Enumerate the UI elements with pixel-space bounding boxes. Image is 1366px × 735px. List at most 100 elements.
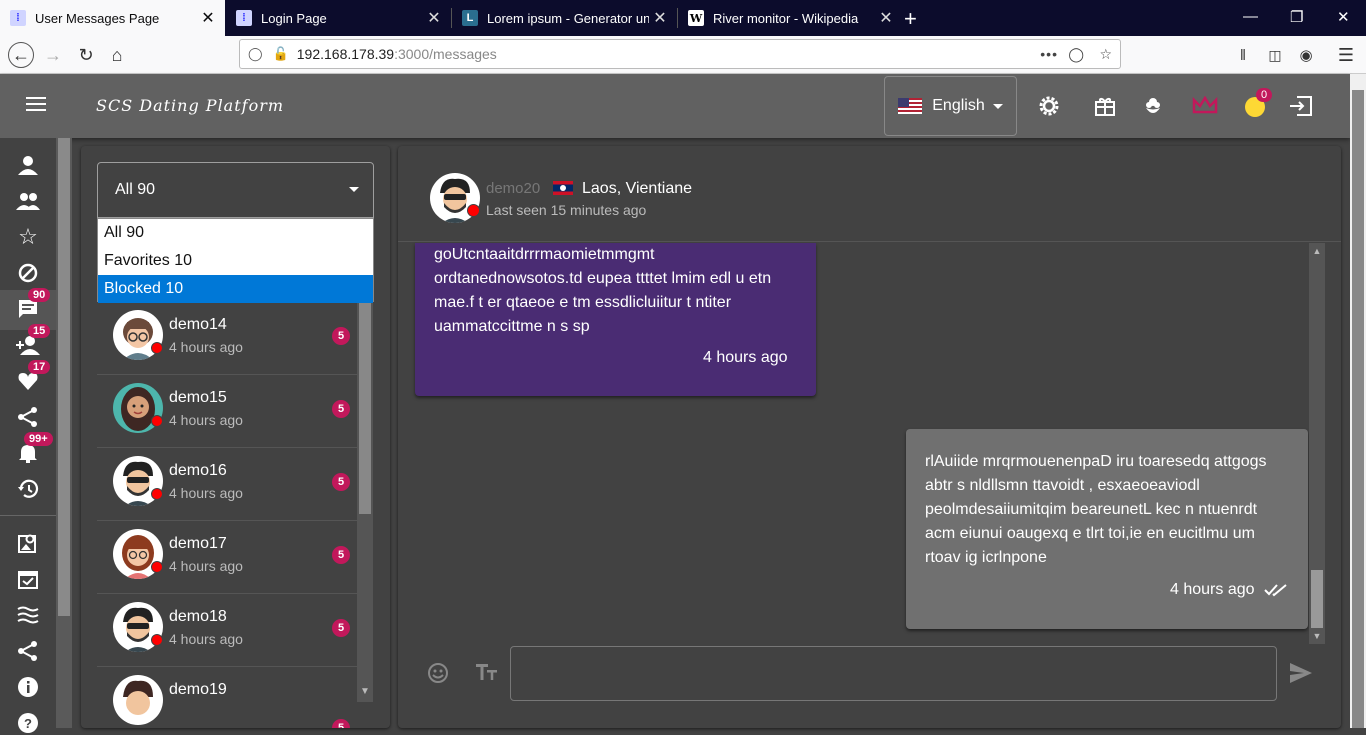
chat-last-seen: Last seen 15 minutes ago	[486, 202, 647, 218]
message-text: rlAuiide mrqrmouenenpaD iru toaresedq at…	[925, 453, 1267, 566]
menu-icon[interactable]: ☰	[1333, 42, 1359, 68]
us-flag-icon	[898, 98, 923, 114]
rail-scrollbar-thumb[interactable]	[58, 138, 70, 616]
reload-icon[interactable]: ↻	[73, 42, 99, 68]
url-host: 192.168.178.39	[296, 46, 395, 62]
conversation-list-scrollbar-thumb[interactable]	[359, 302, 371, 514]
filter-option-all[interactable]: All 90	[98, 219, 373, 247]
notifications-badge: 99+	[24, 432, 53, 446]
conversation-item[interactable]: demo16 4 hours ago 5	[97, 448, 357, 521]
star-outline-icon[interactable]: ☆	[16, 224, 40, 249]
home-icon[interactable]: ⌂	[104, 42, 130, 68]
account-icon[interactable]: ◉	[1293, 42, 1319, 68]
settings-gear-icon[interactable]	[1035, 92, 1063, 120]
tab-title: Login Page	[261, 10, 327, 26]
conversation-item[interactable]: demo14 4 hours ago 5	[97, 302, 357, 375]
conversation-time: 4 hours ago	[169, 485, 243, 501]
conversation-name: demo16	[169, 462, 227, 479]
flower-icon[interactable]	[1139, 92, 1167, 120]
language-label: English	[932, 97, 985, 114]
message-time: 4 hours ago	[1170, 581, 1255, 598]
calendar-check-icon[interactable]	[16, 567, 40, 591]
browser-tab-lorem[interactable]: L Lorem ipsum - Generator und I ✕	[452, 0, 677, 36]
send-icon[interactable]	[1289, 662, 1313, 689]
filter-option-blocked[interactable]: Blocked 10	[98, 275, 373, 303]
close-tab-icon[interactable]: ✕	[875, 8, 897, 28]
conversation-name: demo17	[169, 535, 227, 552]
browser-tab-login[interactable]: ⁞ Login Page ✕	[226, 0, 451, 36]
history-icon[interactable]	[16, 477, 40, 501]
filter-selected-value: All 90	[115, 181, 156, 198]
sidebar-icon[interactable]: ◫	[1262, 42, 1288, 68]
close-tab-icon[interactable]: ✕	[423, 8, 445, 28]
message-input[interactable]	[510, 646, 1277, 701]
logout-icon[interactable]	[1287, 92, 1315, 120]
conversation-name: demo15	[169, 389, 227, 406]
chat-partner-name[interactable]: demo20	[486, 180, 540, 197]
hamburger-menu-icon[interactable]	[26, 96, 46, 117]
pocket-icon[interactable]: ◯	[1068, 46, 1084, 63]
page-actions-icon[interactable]: •••	[1040, 46, 1058, 62]
unread-count-badge: 5	[332, 546, 350, 564]
messages-badge: 90	[28, 288, 51, 302]
info-icon[interactable]	[16, 675, 40, 699]
share-alt-icon[interactable]	[16, 639, 40, 663]
conversation-item[interactable]: demo15 4 hours ago 5	[97, 375, 357, 448]
close-tab-icon[interactable]: ✕	[197, 8, 219, 28]
forward-arrow-icon[interactable]: →	[40, 42, 66, 68]
chat-scrollbar-thumb[interactable]	[1311, 570, 1323, 628]
bookmark-star-icon[interactable]: ☆	[1099, 46, 1112, 63]
svg-text:?: ?	[24, 716, 32, 731]
offline-status-dot	[151, 488, 163, 500]
double-check-read-icon	[1264, 584, 1287, 597]
page-favicon-icon: ⁞	[10, 10, 26, 26]
library-icon[interactable]: ‖	[1230, 42, 1256, 68]
minimize-window-icon[interactable]: —	[1243, 8, 1258, 25]
url-path: :3000/messages	[394, 46, 497, 62]
laos-flag-icon	[553, 181, 573, 195]
unread-count-badge: 5	[332, 473, 350, 491]
crown-icon[interactable]	[1191, 92, 1219, 120]
text-format-icon[interactable]	[476, 662, 498, 687]
back-arrow-icon[interactable]: ←	[8, 42, 34, 68]
people-icon[interactable]	[16, 189, 40, 213]
conversation-time: 4 hours ago	[169, 558, 243, 574]
man-avatar	[113, 675, 163, 725]
scroll-down-arrow-icon[interactable]: ▼	[357, 684, 373, 700]
filter-option-favorites[interactable]: Favorites 10	[98, 247, 373, 275]
conversation-item[interactable]: demo19 5	[97, 667, 357, 728]
share-icon[interactable]	[16, 405, 40, 429]
close-tab-icon[interactable]: ✕	[649, 8, 671, 28]
language-selector[interactable]: English	[884, 76, 1017, 136]
lorem-favicon-icon: L	[462, 10, 478, 26]
app-header: SCS Dating Platform English 0	[0, 74, 1350, 138]
tab-title: River monitor - Wikipedia	[713, 10, 859, 26]
brand-logo[interactable]: SCS Dating Platform	[96, 96, 284, 115]
browser-tab-user-messages[interactable]: ⁞ User Messages Page ✕	[0, 0, 225, 36]
block-icon[interactable]	[16, 261, 40, 285]
profile-icon[interactable]	[16, 153, 40, 177]
scroll-down-arrow-icon[interactable]: ▼	[1309, 628, 1325, 644]
tab-title: Lorem ipsum - Generator und I	[487, 10, 649, 26]
image-search-icon[interactable]	[16, 531, 40, 555]
address-bar[interactable]: ◯ 🔓 192.168.178.39 :3000/messages ••• ◯ …	[239, 39, 1121, 69]
browser-tab-wikipedia[interactable]: W River monitor - Wikipedia ✕	[678, 0, 903, 36]
new-tab-button[interactable]: +	[904, 6, 917, 32]
likes-badge: 17	[28, 360, 51, 374]
conversation-filter-select[interactable]: All 90	[97, 162, 374, 218]
gift-icon[interactable]	[1091, 92, 1119, 120]
conversation-name: demo19	[169, 681, 227, 698]
emoji-icon[interactable]	[427, 662, 449, 689]
message-text: goUtcntaaitdrrrmaomietmmgmt ordtanednows…	[434, 246, 772, 335]
page-favicon-icon: ⁞	[236, 10, 252, 26]
conversation-item[interactable]: demo18 4 hours ago 5	[97, 594, 357, 667]
scroll-up-arrow-icon[interactable]: ▲	[1309, 243, 1325, 259]
help-icon[interactable]: ?	[16, 711, 40, 735]
waves-icon[interactable]	[16, 603, 40, 627]
browser-tab-strip: ⁞ User Messages Page ✕ ⁞ Login Page ✕ L …	[0, 0, 1366, 36]
close-window-icon[interactable]: ✕	[1337, 8, 1350, 26]
page-scrollbar-thumb[interactable]	[1352, 90, 1364, 728]
restore-window-icon[interactable]: ❐	[1290, 8, 1303, 26]
offline-status-dot	[151, 415, 163, 427]
conversation-item[interactable]: demo17 4 hours ago 5	[97, 521, 357, 594]
